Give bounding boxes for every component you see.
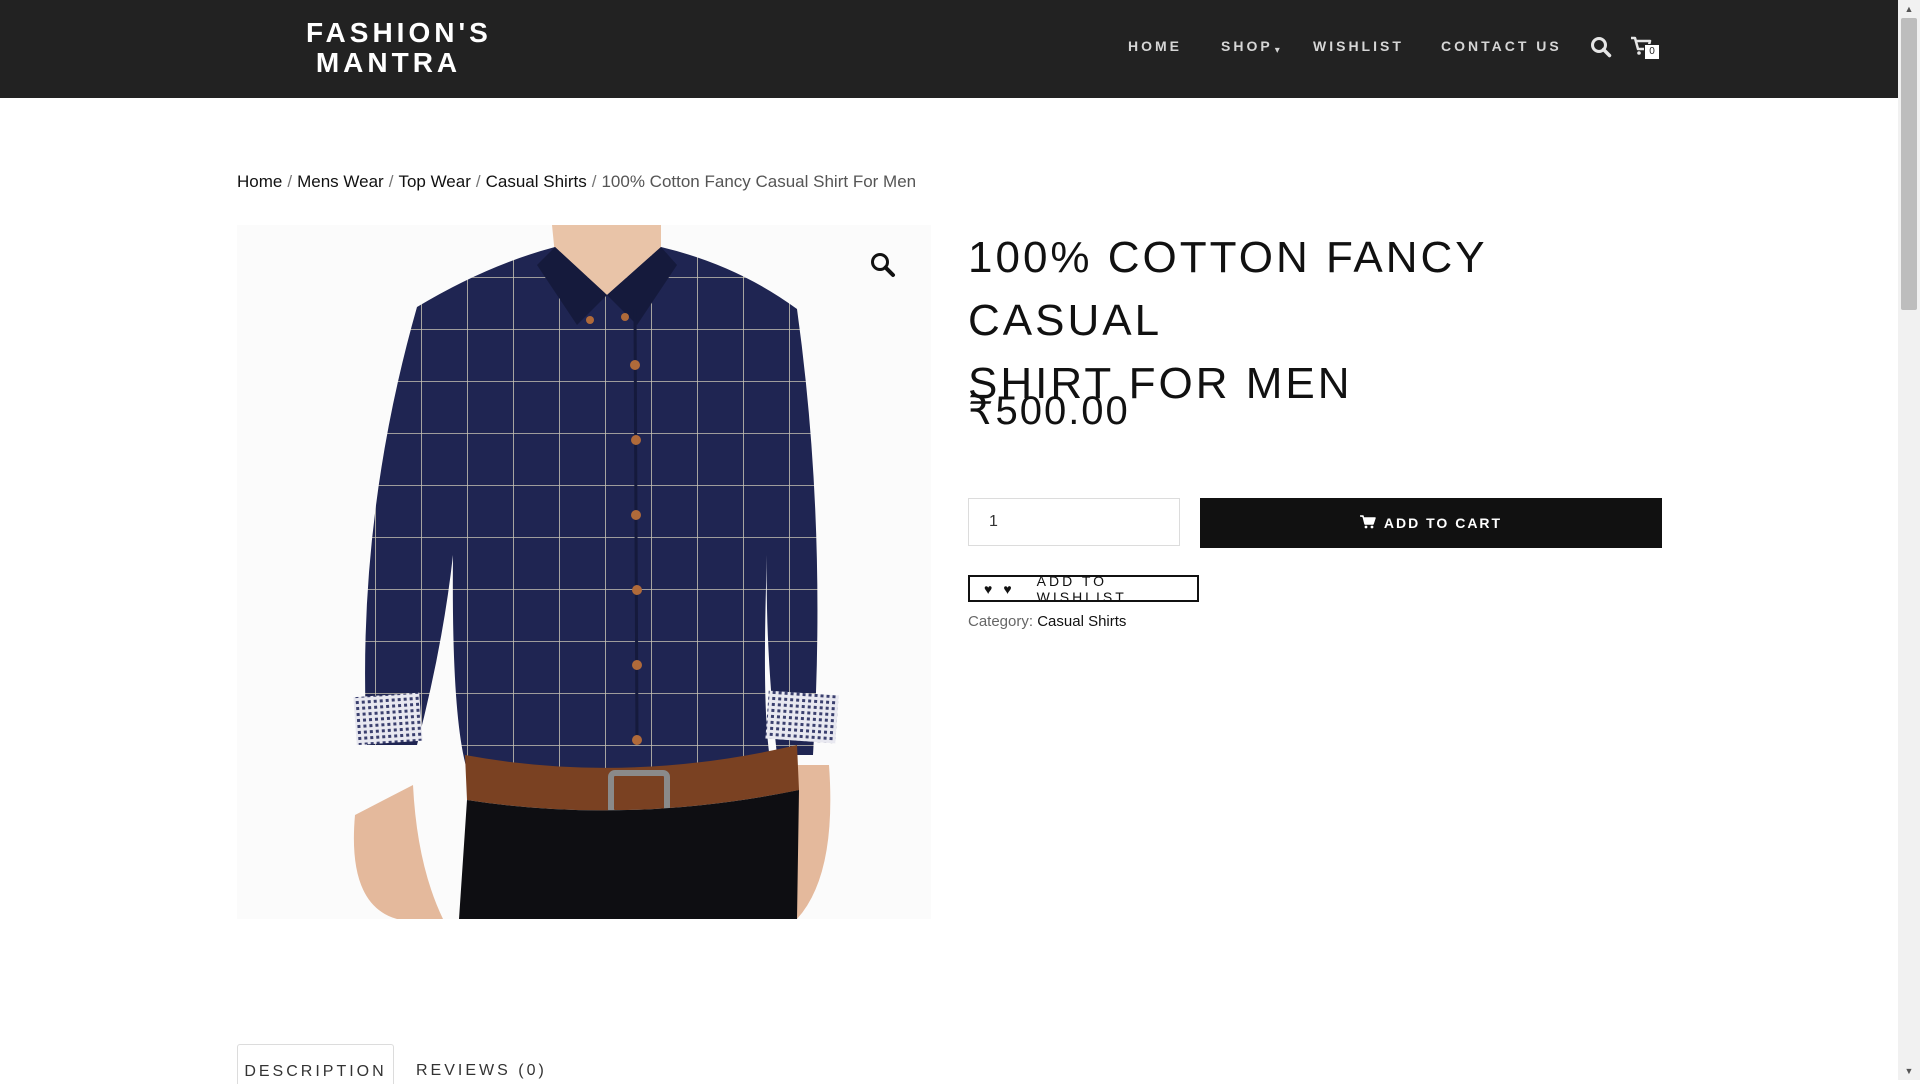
nav-wishlist[interactable]: WISHLIST bbox=[1313, 38, 1404, 54]
product-title: 100% COTTON FANCY CASUAL SHIRT FOR MEN bbox=[968, 226, 1668, 415]
category-link[interactable]: Casual Shirts bbox=[1037, 613, 1126, 630]
add-to-cart-label: ADD TO CART bbox=[1383, 515, 1503, 531]
logo-line-2: MANTRA bbox=[315, 47, 462, 78]
breadcrumb-top-wear[interactable]: Top Wear bbox=[398, 172, 470, 191]
nav-home[interactable]: HOME bbox=[1128, 38, 1182, 54]
cart-count-badge: 0 bbox=[1644, 44, 1660, 60]
scroll-up-arrow-icon[interactable]: ▲ bbox=[1898, 0, 1920, 18]
breadcrumb-casual-shirts[interactable]: Casual Shirts bbox=[486, 172, 587, 191]
search-icon[interactable] bbox=[1590, 36, 1612, 58]
shirt-photo bbox=[353, 225, 839, 919]
breadcrumb-mens-wear[interactable]: Mens Wear bbox=[297, 172, 384, 191]
scrollbar-thumb[interactable] bbox=[1901, 18, 1917, 310]
quantity-input[interactable] bbox=[968, 498, 1180, 546]
heart-icon: ♥ bbox=[984, 580, 996, 597]
add-to-wishlist-label: ADD TO WISHLIST bbox=[1036, 572, 1127, 605]
magnifier-icon[interactable] bbox=[869, 251, 897, 279]
breadcrumb: Home / Mens Wear / Top Wear / Casual Shirts/10… bbox=[237, 172, 916, 192]
logo-line-1: FASHION'S bbox=[306, 17, 492, 48]
site-header: FASHION'S MANTRA HOME SHOP ▾ WISHLIST CON… bbox=[0, 0, 1898, 98]
breadcrumb-separator: / bbox=[388, 172, 394, 191]
product-image[interactable] bbox=[237, 225, 931, 919]
breadcrumb-separator: / bbox=[475, 172, 481, 191]
heart-icon: ♥ bbox=[1003, 580, 1015, 597]
page-scrollbar[interactable]: ▲ ▼ bbox=[1898, 0, 1920, 1080]
breadcrumb-separator: / bbox=[287, 172, 293, 191]
nav-shop[interactable]: SHOP ▾ bbox=[1221, 38, 1280, 56]
cart-icon[interactable]: 0 bbox=[1630, 36, 1660, 64]
site-logo[interactable]: FASHION'S MANTRA bbox=[306, 17, 492, 78]
product-category: Category: Casual Shirts bbox=[968, 613, 1126, 630]
cart-icon bbox=[1359, 514, 1376, 532]
chevron-down-icon: ▾ bbox=[1274, 45, 1280, 56]
tab-description[interactable]: DESCRIPTION bbox=[237, 1044, 394, 1084]
category-label: Category: bbox=[968, 613, 1034, 630]
scroll-down-arrow-icon[interactable]: ▼ bbox=[1898, 1062, 1920, 1080]
breadcrumb-separator: / bbox=[591, 172, 597, 191]
nav-contact[interactable]: CONTACT US bbox=[1441, 38, 1562, 54]
add-to-wishlist-button[interactable]: ♥ ♥ ADD TO WISHLIST bbox=[968, 572, 1199, 605]
product-price: ₹500.00 bbox=[968, 389, 1130, 433]
breadcrumb-current: 100% Cotton Fancy Casual Shirt For Men bbox=[601, 172, 917, 191]
breadcrumb-home[interactable]: Home bbox=[237, 172, 282, 191]
product-title-line-1: 100% COTTON FANCY CASUAL bbox=[968, 233, 1487, 345]
tab-reviews[interactable]: REVIEWS (0) bbox=[416, 1044, 547, 1084]
add-to-cart-button[interactable]: ADD TO CART bbox=[1200, 498, 1662, 548]
nav-shop-label: SHOP bbox=[1221, 38, 1273, 54]
